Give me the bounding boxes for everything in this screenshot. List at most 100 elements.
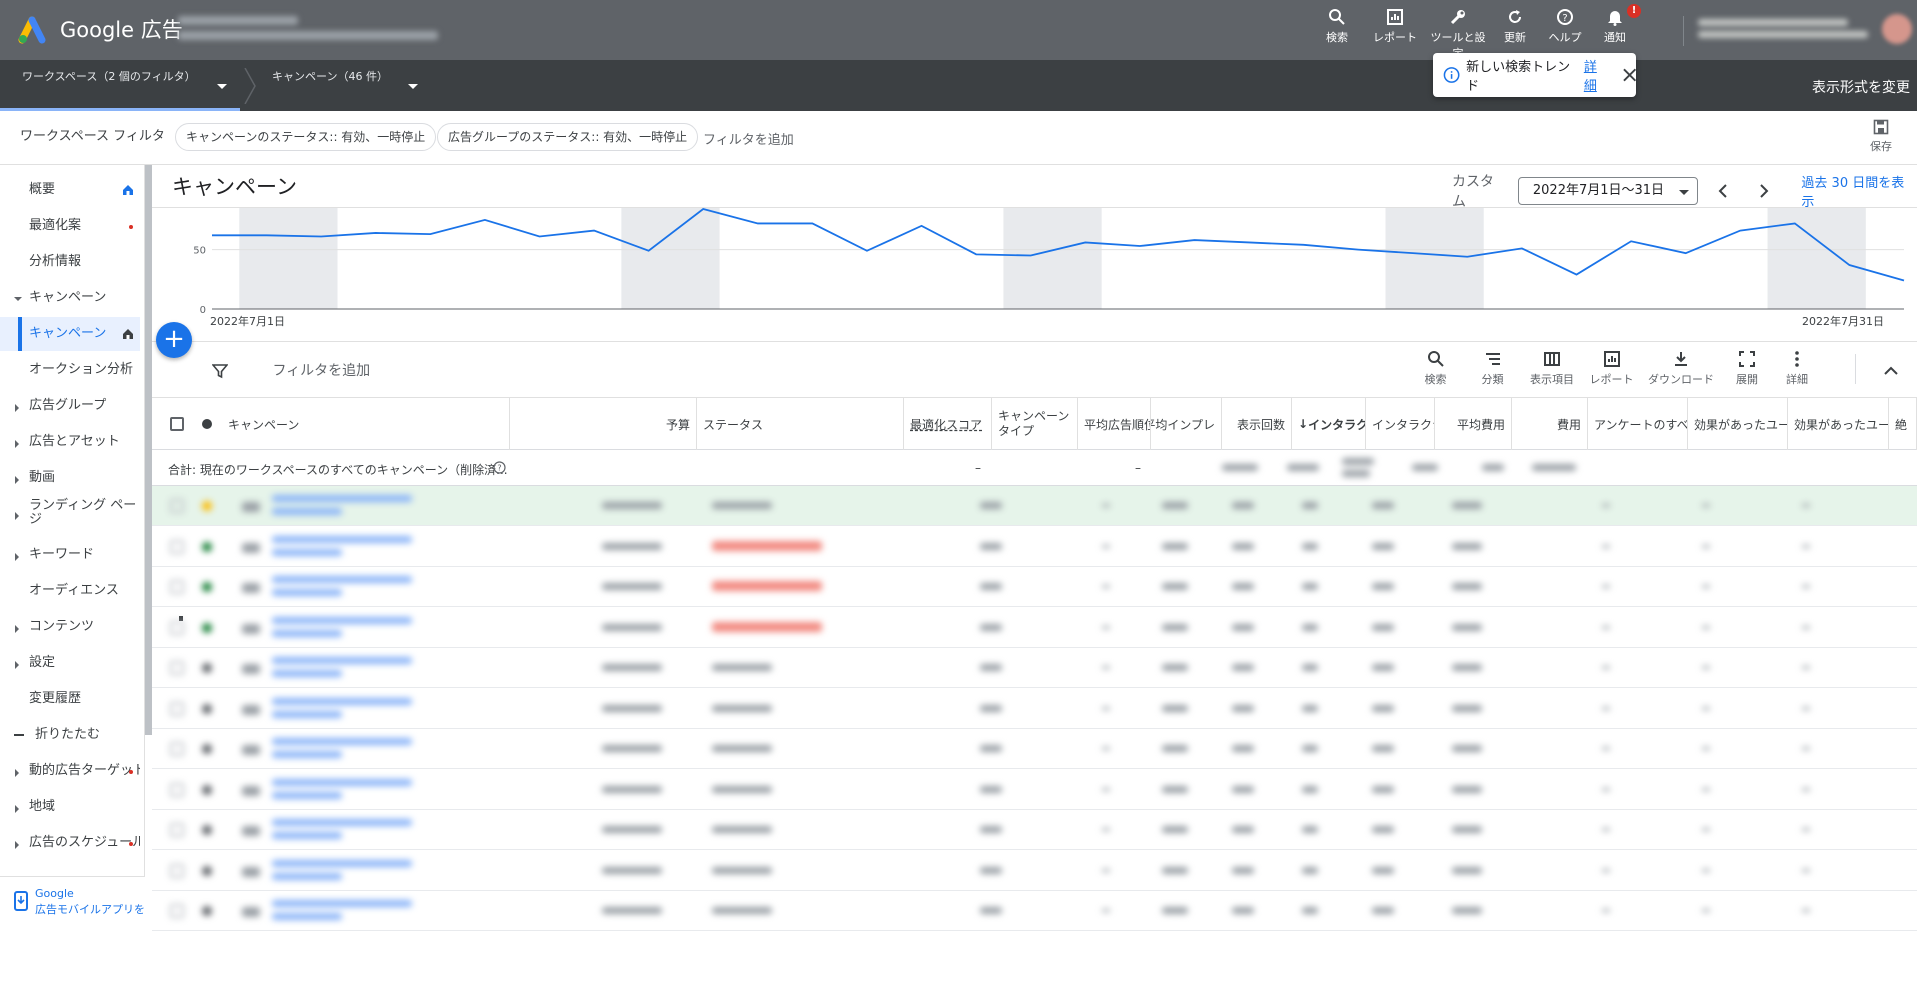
column-header-1[interactable]: 予算 — [510, 398, 697, 450]
sidebar-item-13[interactable]: 設定 — [0, 646, 140, 680]
sidebar-item-12[interactable]: コンテンツ — [0, 610, 140, 644]
row-checkbox[interactable] — [170, 499, 184, 513]
date-range-picker[interactable]: 2022年7月1日～31日 — [1517, 177, 1698, 205]
table-row[interactable] — [152, 891, 1917, 931]
column-header-9[interactable]: インタラクション率 — [1366, 398, 1435, 450]
select-all-checkbox[interactable] — [170, 417, 184, 431]
toolbar-report-button[interactable]: レポート — [1583, 350, 1640, 387]
next-period-icon[interactable] — [1753, 181, 1773, 201]
row-content — [242, 851, 1892, 891]
sidebar-item-10[interactable]: キーワード — [0, 538, 140, 572]
chevron-down-icon[interactable] — [408, 84, 418, 89]
toolbar-download-button[interactable]: ダウンロード — [1640, 350, 1722, 387]
date-mode-label: カスタム — [1452, 174, 1494, 210]
sidebar-item-9[interactable]: ランディング ページ — [0, 497, 140, 533]
sidebar-item-17[interactable]: 地域 — [0, 790, 140, 824]
prev-period-icon[interactable] — [1714, 181, 1734, 201]
table-row[interactable] — [152, 608, 1917, 648]
sidebar-item-11[interactable]: オーディエンス — [0, 574, 140, 608]
sidebar-item-4[interactable]: キャンペーン — [0, 317, 140, 351]
row-checkbox[interactable] — [170, 661, 184, 675]
close-icon[interactable] — [1622, 68, 1636, 82]
sidebar-item-3[interactable]: キャンペーン — [0, 281, 140, 315]
campaign-selector[interactable]: キャンペーン（46 件） キャンペーンを選択 — [272, 68, 549, 254]
row-checkbox[interactable] — [170, 904, 184, 918]
column-header-11[interactable]: 費用 — [1512, 398, 1588, 450]
row-checkbox[interactable] — [170, 863, 184, 878]
table-row[interactable] — [152, 567, 1917, 607]
row-checkbox[interactable] — [170, 742, 184, 756]
column-header-8[interactable]: ↓ インタラクション — [1292, 398, 1366, 450]
table-row[interactable] — [152, 689, 1917, 729]
sidebar-item-14[interactable]: 変更履歴 — [0, 682, 140, 716]
column-header-0[interactable]: キャンペーン — [222, 398, 510, 450]
toast-link[interactable]: 詳細 — [1584, 56, 1609, 94]
mobile-app-promo[interactable]: Google 広告モバイルアプリを — [0, 876, 145, 925]
collapse-up-icon[interactable] — [1882, 362, 1900, 380]
row-checkbox[interactable] — [170, 620, 184, 635]
sidebar-item-18[interactable]: 広告のスケジュール — [0, 826, 140, 860]
filter-chip-adgroup-status[interactable]: 広告グループのステータス:: 有効、一時停止 — [437, 123, 699, 151]
sidebar-item-6[interactable]: 広告グループ — [0, 389, 140, 423]
column-header-4[interactable]: キャンペーン タイプ — [992, 398, 1078, 450]
change-view-button[interactable]: 表示形式を変更 — [1812, 77, 1910, 97]
sidebar-item-0[interactable]: 概要 — [0, 173, 140, 207]
column-header-3[interactable]: 最適化スコア — [904, 398, 992, 450]
past-30-days-link[interactable]: 過去 30 日間を表示 — [1801, 172, 1917, 210]
sidebar-item-16[interactable]: 動的広告ターゲット — [0, 754, 140, 788]
filter-chip-campaign-status[interactable]: キャンペーンのステータス:: 有効、一時停止 — [175, 123, 437, 151]
save-button[interactable]: 保存 — [1870, 119, 1892, 154]
top-search-button[interactable]: 検索 — [1310, 8, 1364, 61]
top-report-button[interactable]: レポート — [1364, 8, 1426, 61]
toolbar-expand-button[interactable]: 展開 — [1722, 350, 1772, 387]
row-checkbox[interactable] — [170, 539, 184, 554]
column-header-12[interactable]: アンケートのすべ — [1588, 398, 1688, 450]
workspace-selector[interactable]: ワークスペース（2 個のフィルタ） すべてのキャンペーン — [22, 68, 330, 624]
table-row[interactable] — [152, 770, 1917, 810]
column-header-6[interactable]: 平均インプレ — [1151, 398, 1222, 450]
column-header-7[interactable]: 表示回数 — [1222, 398, 1292, 450]
table-row[interactable] — [152, 851, 1917, 891]
sidebar-item-8[interactable]: 動画 — [0, 461, 140, 495]
column-header-10[interactable]: 平均費用 — [1435, 398, 1512, 450]
column-header-2[interactable]: ステータス — [697, 398, 904, 450]
help-icon[interactable]: ? — [493, 461, 506, 474]
column-header-13[interactable]: 効果があったユー — [1688, 398, 1788, 450]
toolbar-columns-button[interactable]: 表示項目 — [1521, 350, 1583, 387]
status-dot — [202, 825, 212, 835]
sidebar-scrollbar[interactable] — [145, 165, 152, 735]
column-header-5[interactable]: 平均広告順位 — [1078, 398, 1151, 450]
sort-arrow-icon: ↓ — [1298, 417, 1309, 431]
column-header-15[interactable]: 絶 — [1889, 398, 1917, 450]
row-checkbox[interactable] — [170, 701, 184, 716]
toolbar-search-button[interactable]: 検索 — [1407, 350, 1464, 387]
column-header-14[interactable]: 効果があったユー — [1788, 398, 1889, 450]
table-row[interactable] — [152, 486, 1917, 526]
sidebar-item-label: 概要 — [29, 182, 56, 197]
sidebar-item-15[interactable]: 折りたたむ — [0, 718, 140, 752]
table-row[interactable] — [152, 527, 1917, 567]
add-campaign-button[interactable]: + — [156, 322, 192, 358]
row-checkbox[interactable] — [170, 782, 184, 797]
table-row[interactable] — [152, 729, 1917, 769]
table-filter[interactable]: フィルタを追加 — [211, 360, 370, 380]
google-ads-logo[interactable]: Google 広告 — [18, 14, 183, 44]
sidebar-item-2[interactable]: 分析情報 — [0, 245, 140, 279]
sidebar-item-5[interactable]: オークション分析 — [0, 353, 140, 387]
toolbar-more-button[interactable]: 詳細 — [1772, 350, 1822, 387]
sidebar-item-7[interactable]: 広告とアセット — [0, 425, 140, 459]
save-icon — [1873, 119, 1889, 135]
account-info[interactable] — [178, 10, 478, 50]
chevron-right-icon — [15, 404, 19, 412]
avatar[interactable] — [1882, 14, 1912, 44]
user-info[interactable] — [1698, 14, 1878, 46]
row-checkbox[interactable] — [170, 580, 184, 594]
table-row[interactable] — [152, 810, 1917, 850]
sidebar-item-1[interactable]: 最適化案 — [0, 209, 140, 243]
table-filter-add[interactable]: フィルタを追加 — [272, 363, 370, 379]
table-row[interactable] — [152, 648, 1917, 688]
add-filter-button[interactable]: フィルタを追加 — [703, 129, 794, 148]
row-checkbox[interactable] — [170, 823, 184, 837]
toolbar-segment-button[interactable]: 分類 — [1464, 350, 1521, 387]
chevron-down-icon[interactable] — [217, 84, 227, 89]
